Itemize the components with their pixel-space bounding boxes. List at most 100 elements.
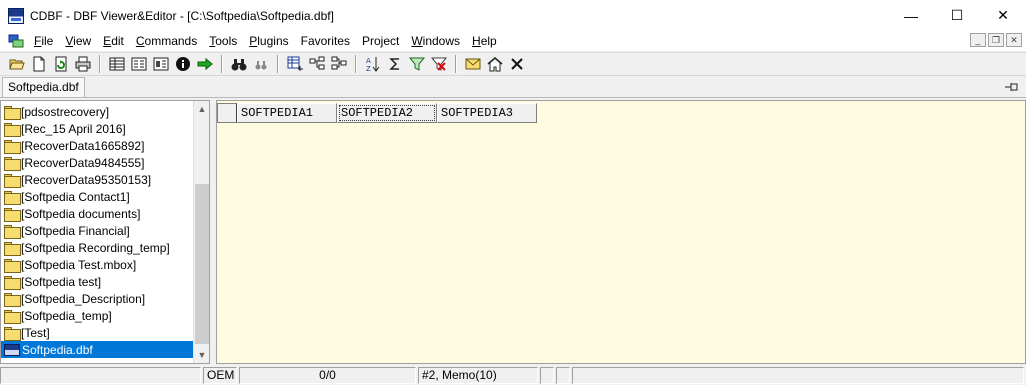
tree-item[interactable]: [RecoverData9484555]: [1, 154, 194, 171]
folder-icon: [4, 105, 21, 120]
sort-az-icon: AZ: [366, 57, 380, 72]
status-panel-small: [540, 367, 554, 384]
find-button[interactable]: [228, 54, 250, 74]
column-header[interactable]: SOFTPEDIA3: [437, 103, 537, 123]
tree-item[interactable]: [Softpedia Recording_temp]: [1, 239, 194, 256]
record-view-button[interactable]: [150, 54, 172, 74]
status-panel-message: [572, 367, 1024, 384]
home-button[interactable]: [484, 54, 506, 74]
clear-filter-button[interactable]: [428, 54, 450, 74]
menu-plugins[interactable]: Plugins: [243, 31, 294, 51]
folder-icon: [4, 309, 21, 324]
print-icon: [75, 56, 91, 72]
menu-project[interactable]: Project: [356, 31, 405, 51]
close-table-button[interactable]: [506, 54, 528, 74]
tree-item[interactable]: [Rec_15 April 2016]: [1, 120, 194, 137]
tree-item[interactable]: [Softpedia Financial]: [1, 222, 194, 239]
minimize-button[interactable]: —: [888, 0, 934, 31]
maximize-button[interactable]: ☐: [934, 0, 980, 31]
column-header[interactable]: SOFTPEDIA1: [237, 103, 337, 123]
tab-softpedia-dbf[interactable]: Softpedia.dbf: [2, 77, 85, 97]
mdi-minimize-button[interactable]: _: [970, 33, 986, 47]
tree-item[interactable]: [Softpedia Contact1]: [1, 188, 194, 205]
find-next-button[interactable]: [250, 54, 272, 74]
folder-icon: [4, 156, 21, 171]
new-file-button[interactable]: [28, 54, 50, 74]
close-button[interactable]: ✕: [980, 0, 1026, 31]
toolbar-separator: [455, 55, 457, 73]
data-grid[interactable]: SOFTPEDIA1 SOFTPEDIA2 SOFTPEDIA3: [216, 100, 1026, 364]
sum-button[interactable]: [384, 54, 406, 74]
table-icon: [109, 57, 125, 71]
window-title: CDBF - DBF Viewer&Editor - [C:\Softpedia…: [30, 8, 334, 23]
status-bar: OEM 0/0 #2, Memo(10): [0, 366, 1026, 385]
filter-icon: [409, 57, 425, 71]
filter-button[interactable]: [406, 54, 428, 74]
toolbar-separator: [277, 55, 279, 73]
folder-icon: [4, 207, 21, 222]
scroll-up-arrow-icon[interactable]: ▲: [194, 101, 210, 117]
info-button[interactable]: [172, 54, 194, 74]
tree-item[interactable]: [RecoverData95350153]: [1, 171, 194, 188]
grid-header-row: SOFTPEDIA1 SOFTPEDIA2 SOFTPEDIA3: [217, 103, 537, 123]
record-icon: [153, 57, 169, 71]
menu-tools[interactable]: Tools: [203, 31, 243, 51]
window-controls: — ☐ ✕: [888, 0, 1026, 31]
folder-icon: [4, 139, 21, 154]
add-record-button[interactable]: [284, 54, 306, 74]
tree-item[interactable]: [Softpedia documents]: [1, 205, 194, 222]
menu-windows[interactable]: Windows: [405, 31, 466, 51]
tree-item[interactable]: [Softpedia_Description]: [1, 290, 194, 307]
file-tree-panel: [pdsostrecovery] [Rec_15 April 2016] [Re…: [0, 100, 210, 364]
table-view-button[interactable]: [106, 54, 128, 74]
go-button[interactable]: [194, 54, 216, 74]
print-button[interactable]: [72, 54, 94, 74]
status-panel-small: [556, 367, 570, 384]
folder-icon: [4, 326, 21, 341]
mail-button[interactable]: [462, 54, 484, 74]
folder-icon: [4, 224, 21, 239]
file-tree: [pdsostrecovery] [Rec_15 April 2016] [Re…: [1, 103, 194, 358]
menu-favorites[interactable]: Favorites: [295, 31, 356, 51]
form-view-button[interactable]: [128, 54, 150, 74]
svg-text:Z: Z: [366, 65, 371, 72]
menu-view[interactable]: View: [59, 31, 97, 51]
delete-field-button[interactable]: [328, 54, 350, 74]
go-arrow-icon: [197, 57, 213, 71]
cdbf-app-icon[interactable]: [8, 7, 24, 24]
insert-field-icon: [309, 56, 325, 70]
tree-item[interactable]: [RecoverData1665892]: [1, 137, 194, 154]
mdi-controls: _ ❐ ✕: [970, 33, 1022, 47]
menu-commands[interactable]: Commands: [130, 31, 203, 51]
mdi-close-button[interactable]: ✕: [1006, 33, 1022, 47]
mail-icon: [465, 58, 481, 70]
tree-scrollbar[interactable]: ▲ ▼: [193, 101, 209, 363]
sort-button[interactable]: AZ: [362, 54, 384, 74]
folder-icon: [4, 241, 21, 256]
refresh-button[interactable]: [50, 54, 72, 74]
tree-item[interactable]: [Softpedia_temp]: [1, 307, 194, 324]
tree-item[interactable]: [pdsostrecovery]: [1, 103, 194, 120]
insert-field-button[interactable]: [306, 54, 328, 74]
menu-edit[interactable]: Edit: [97, 31, 130, 51]
tree-item[interactable]: [Test]: [1, 324, 194, 341]
mdi-document-icon[interactable]: [8, 33, 24, 49]
tree-item-selected[interactable]: Softpedia.dbf: [1, 341, 194, 358]
folder-icon: [4, 190, 21, 205]
folder-icon: [4, 258, 21, 273]
mdi-restore-button[interactable]: ❐: [988, 33, 1004, 47]
tree-item[interactable]: [Softpedia test]: [1, 273, 194, 290]
menu-file[interactable]: File: [28, 31, 59, 51]
grid-corner-cell[interactable]: [217, 103, 237, 123]
pin-icon[interactable]: [1004, 81, 1020, 93]
scroll-down-arrow-icon[interactable]: ▼: [194, 347, 210, 363]
toolbar-separator: [355, 55, 357, 73]
toolbar: AZ: [0, 52, 1026, 76]
column-header-active[interactable]: SOFTPEDIA2: [337, 103, 437, 123]
open-button[interactable]: [6, 54, 28, 74]
menu-help[interactable]: Help: [466, 31, 503, 51]
folder-icon: [4, 173, 21, 188]
scroll-thumb[interactable]: [195, 184, 209, 344]
tree-item[interactable]: [Softpedia Test.mbox]: [1, 256, 194, 273]
refresh-icon: [55, 56, 67, 72]
